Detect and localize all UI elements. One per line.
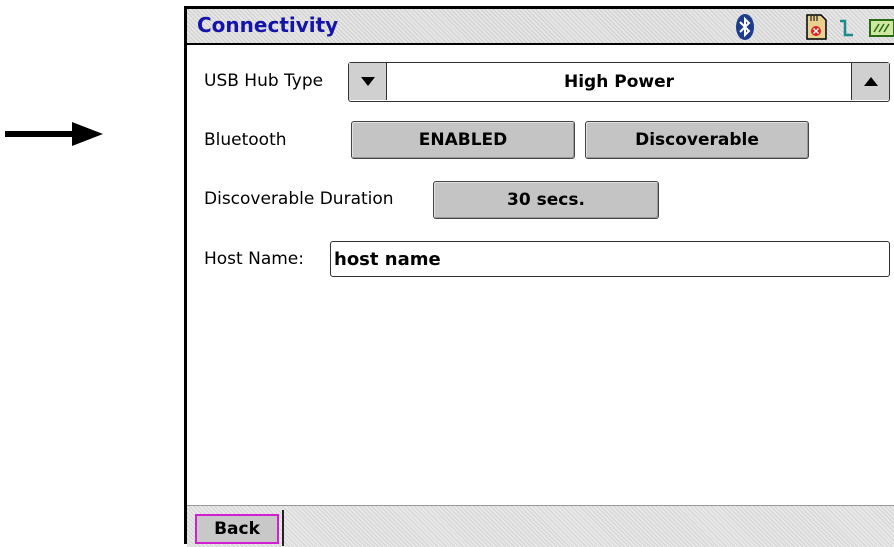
- sd-card-icon: [806, 14, 827, 40]
- usb-hub-type-value: High Power: [563, 71, 674, 92]
- status-icons: [187, 12, 894, 42]
- host-name-label: Host Name:: [204, 249, 304, 269]
- triangle-up-icon: [863, 76, 878, 86]
- signal-icon: [840, 19, 853, 37]
- discoverable-button[interactable]: Discoverable: [585, 121, 809, 159]
- discoverable-duration-button[interactable]: 30 secs.: [433, 181, 659, 219]
- usb-hub-next-button[interactable]: [851, 63, 889, 100]
- title-bar: Connectivity: [187, 9, 894, 45]
- footer-divider: [282, 510, 284, 546]
- usb-hub-prev-button[interactable]: [349, 63, 387, 100]
- triangle-down-icon: [360, 76, 375, 86]
- host-name-input[interactable]: host name: [330, 241, 890, 277]
- bluetooth-label: Bluetooth: [204, 130, 287, 150]
- usb-hub-type-label: USB Hub Type: [204, 71, 324, 91]
- discoverable-duration-label: Discoverable Duration: [204, 189, 394, 209]
- back-button[interactable]: Back: [195, 514, 279, 544]
- battery-icon: [869, 19, 894, 37]
- bluetooth-enabled-button[interactable]: ENABLED: [351, 121, 575, 159]
- footer-bar: Back: [187, 505, 894, 547]
- device-screen: Connectivity USB Hub Type High Power Blu…: [184, 6, 894, 547]
- usb-hub-type-select[interactable]: High Power: [348, 62, 890, 102]
- bluetooth-icon: [736, 14, 754, 40]
